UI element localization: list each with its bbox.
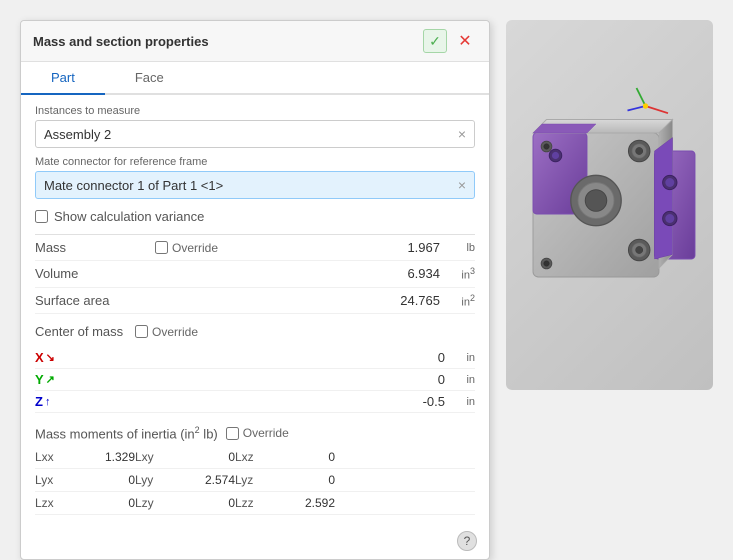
center-of-mass-header: Center of mass Override [35, 320, 475, 343]
axis-x-arrow: ↘ [46, 351, 55, 364]
axis-y-letter: Y [35, 372, 44, 387]
inertia-lxx-value: 1.329 [75, 450, 135, 464]
close-button[interactable]: ✕ [453, 29, 477, 53]
dialog-panel: Mass and section properties ✓ ✕ Part Fac… [20, 20, 490, 560]
inertia-header: Mass moments of inertia (in2 lb) Overrid… [35, 419, 475, 445]
inertia-lyy-label: Lyy [135, 473, 175, 487]
instances-value: Assembly 2 [44, 127, 111, 142]
inertia-row-3: Lzx 0 Lzy 0 Lzz 2.592 [35, 492, 475, 515]
volume-row: Volume 6.934 in3 [35, 261, 475, 288]
center-of-mass-override-label: Override [152, 325, 198, 339]
surface-area-unit: in2 [440, 293, 475, 309]
inertia-lxy-label: Lxy [135, 450, 175, 464]
axis-z-unit: in [445, 396, 475, 408]
mate-connector-label: Mate connector for reference frame [35, 156, 475, 168]
help-button[interactable]: ? [457, 531, 477, 551]
show-calculation-variance-row: Show calculation variance [35, 207, 475, 226]
axis-y-unit: in [445, 374, 475, 386]
axis-z-row: Z ↑ -0.5 in [35, 391, 475, 413]
surface-area-label: Surface area [35, 293, 155, 308]
axis-z-arrow: ↑ [45, 396, 51, 408]
mate-connector-input[interactable]: Mate connector 1 of Part 1 <1> × [35, 171, 475, 199]
inertia-lzx-label: Lzx [35, 496, 75, 510]
axis-x-row: X ↘ 0 in [35, 347, 475, 369]
inertia-lyy-value: 2.574 [175, 473, 235, 487]
tab-part[interactable]: Part [21, 62, 105, 95]
check-icon: ✓ [429, 33, 441, 50]
cad-model-svg [506, 20, 713, 390]
inertia-lzz-label: Lzz [235, 496, 275, 510]
inertia-row-2: Lyx 0 Lyy 2.574 Lyz 0 [35, 469, 475, 492]
inertia-lxx-label: Lxx [35, 450, 75, 464]
inertia-lxz-label: Lxz [235, 450, 275, 464]
inertia-lyz-value: 0 [275, 473, 335, 487]
mate-connector-field-group: Mate connector for reference frame Mate … [35, 156, 475, 199]
dialog-footer: ? [21, 525, 489, 559]
help-icon: ? [464, 534, 471, 548]
axis-x-value: 0 [65, 350, 445, 365]
dialog-actions: ✓ ✕ [423, 29, 477, 53]
mass-row: Mass Override 1.967 lb [35, 235, 475, 261]
inertia-override-checkbox[interactable] [226, 427, 239, 440]
surface-area-unit-sup: 2 [470, 293, 475, 303]
axis-x-label: X ↘ [35, 350, 65, 365]
center-of-mass-override-group: Override [135, 325, 198, 339]
instances-clear-icon[interactable]: × [458, 126, 466, 142]
close-icon: ✕ [458, 31, 471, 51]
volume-unit-sup: 3 [470, 266, 475, 276]
mate-connector-value: Mate connector 1 of Part 1 <1> [44, 178, 223, 193]
axis-z-letter: Z [35, 394, 43, 409]
axis-z-value: -0.5 [65, 394, 445, 409]
tab-face[interactable]: Face [105, 62, 194, 95]
instances-input[interactable]: Assembly 2 × [35, 120, 475, 148]
mass-label: Mass [35, 240, 155, 255]
cad-model-panel [506, 20, 713, 390]
instances-field-group: Instances to measure Assembly 2 × [35, 105, 475, 148]
inertia-lzy-value: 0 [175, 496, 235, 510]
axis-y-label: Y ↗ [35, 372, 65, 387]
axis-x-letter: X [35, 350, 44, 365]
dialog-header: Mass and section properties ✓ ✕ [21, 21, 489, 62]
surface-area-value: 24.765 [245, 293, 440, 308]
volume-value: 6.934 [245, 266, 440, 281]
inertia-label: Mass moments of inertia (in2 lb) [35, 425, 218, 441]
inertia-lzz-value: 2.592 [275, 496, 335, 510]
show-calculation-variance-label: Show calculation variance [54, 209, 204, 224]
mass-value: 1.967 [245, 240, 440, 255]
axis-x-unit: in [445, 352, 475, 364]
axis-y-value: 0 [65, 372, 445, 387]
axis-z-label: Z ↑ [35, 394, 65, 409]
axis-y-arrow: ↗ [46, 373, 55, 386]
inertia-lzx-value: 0 [75, 496, 135, 510]
inertia-override-label: Override [243, 426, 289, 440]
dialog-title: Mass and section properties [33, 34, 209, 49]
center-of-mass-label: Center of mass [35, 324, 135, 339]
mass-override-group: Override [155, 241, 245, 255]
volume-label: Volume [35, 266, 155, 281]
inertia-lyx-label: Lyx [35, 473, 75, 487]
inertia-row-1: Lxx 1.329 Lxy 0 Lxz 0 [35, 446, 475, 469]
inertia-lxz-value: 0 [275, 450, 335, 464]
inertia-lxy-value: 0 [175, 450, 235, 464]
inertia-override-group: Override [226, 426, 289, 440]
center-of-mass-override-checkbox[interactable] [135, 325, 148, 338]
center-of-mass-section: Center of mass Override X ↘ 0 in [35, 320, 475, 413]
mass-override-label: Override [172, 241, 218, 255]
main-container: Mass and section properties ✓ ✕ Part Fac… [0, 0, 733, 540]
surface-area-row: Surface area 24.765 in2 [35, 288, 475, 315]
confirm-button[interactable]: ✓ [423, 29, 447, 53]
mass-override-checkbox[interactable] [155, 241, 168, 254]
mass-unit: lb [440, 242, 475, 254]
volume-unit: in3 [440, 266, 475, 282]
mate-connector-clear-icon[interactable]: × [458, 177, 466, 193]
tabs: Part Face [21, 62, 489, 95]
show-calculation-variance-checkbox[interactable] [35, 210, 48, 223]
dialog-content: Instances to measure Assembly 2 × Mate c… [21, 95, 489, 525]
inertia-lyz-label: Lyz [235, 473, 275, 487]
inertia-lyx-value: 0 [75, 473, 135, 487]
instances-label: Instances to measure [35, 105, 475, 117]
inertia-lzy-label: Lzy [135, 496, 175, 510]
axis-y-row: Y ↗ 0 in [35, 369, 475, 391]
